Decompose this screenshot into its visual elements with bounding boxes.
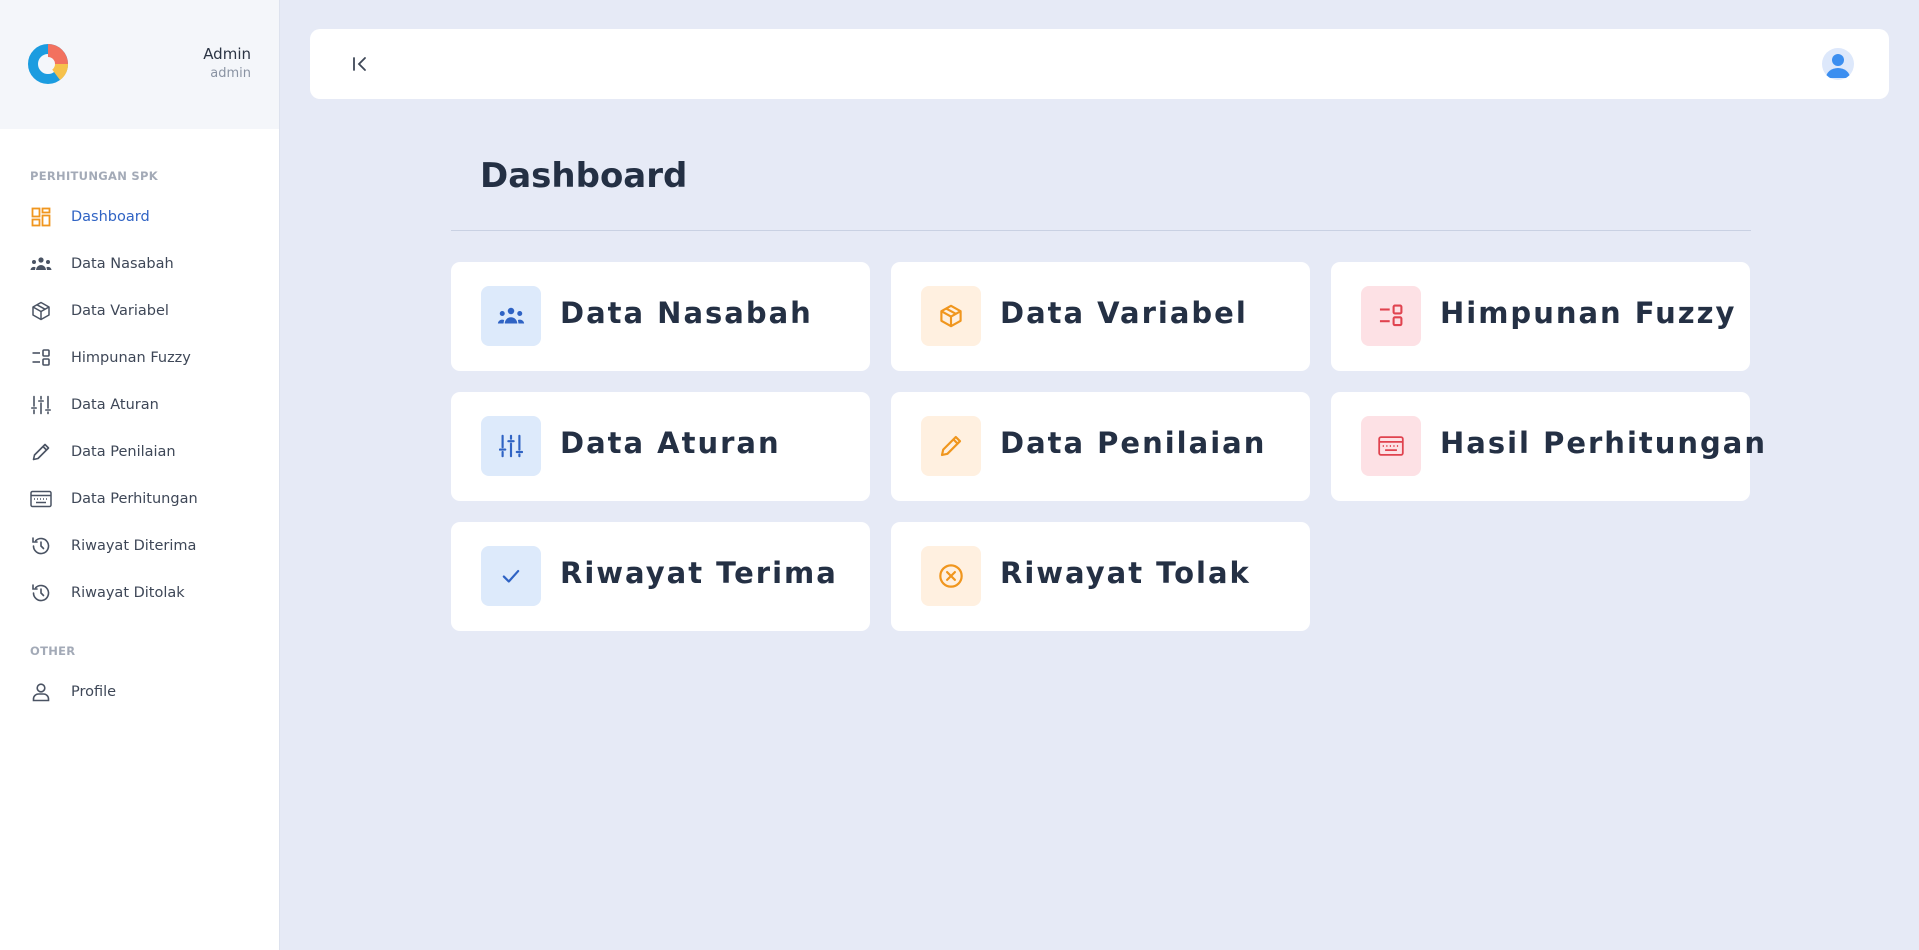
list-settings-icon: [1361, 286, 1421, 346]
pencil-icon: [921, 416, 981, 476]
sidebar-item-label: Himpunan Fuzzy: [71, 350, 191, 366]
card-label: Himpunan Fuzzy: [1440, 296, 1737, 330]
users-icon: [481, 286, 541, 346]
avatar-icon: [1826, 54, 1850, 78]
card-label: Riwayat Terima: [560, 556, 838, 590]
sidebar-item-label: Riwayat Diterima: [71, 538, 197, 554]
users-icon: [30, 253, 52, 275]
history-icon: [30, 535, 52, 557]
card-label: Riwayat Tolak: [1000, 556, 1251, 590]
card-riwayat-tolak[interactable]: Riwayat Tolak: [891, 522, 1310, 631]
title-divider: [451, 230, 1751, 231]
sidebar-item-himpunan-fuzzy[interactable]: Himpunan Fuzzy: [0, 338, 279, 378]
user-avatar[interactable]: [1822, 48, 1854, 80]
sidebar-item-label: Data Perhitungan: [71, 491, 198, 507]
card-himpunan-fuzzy[interactable]: Himpunan Fuzzy: [1331, 262, 1750, 371]
section-title-other: OTHER: [30, 644, 76, 658]
sidebar-item-profile[interactable]: Profile: [0, 672, 279, 712]
sidebar-item-data-variabel[interactable]: Data Variabel: [0, 291, 279, 331]
card-label: Data Aturan: [560, 426, 781, 460]
card-label: Data Penilaian: [1000, 426, 1267, 460]
cube-icon: [921, 286, 981, 346]
sidebar-item-label: Data Aturan: [71, 397, 159, 413]
app-logo-icon[interactable]: [27, 43, 69, 85]
sidebar-item-riwayat-ditolak[interactable]: Riwayat Ditolak: [0, 573, 279, 613]
sidebar-item-label: Data Penilaian: [71, 444, 176, 460]
sidebar-item-dashboard[interactable]: Dashboard: [0, 197, 279, 237]
dashboard-icon: [30, 206, 52, 228]
collapse-sidebar-button[interactable]: [348, 52, 372, 76]
keyboard-icon: [1361, 416, 1421, 476]
list-settings-icon: [30, 347, 52, 369]
sidebar-brand: Admin admin: [0, 0, 279, 129]
sidebar-item-data-nasabah[interactable]: Data Nasabah: [0, 244, 279, 284]
circle-x-icon: [921, 546, 981, 606]
page-title: Dashboard: [480, 156, 688, 196]
adjustments-icon: [30, 394, 52, 416]
check-icon: [481, 546, 541, 606]
sidebar-item-label: Data Variabel: [71, 303, 169, 319]
user-icon: [30, 681, 52, 703]
card-label: Data Variabel: [1000, 296, 1248, 330]
collapse-left-icon: [353, 57, 366, 71]
sidebar-item-data-perhitungan[interactable]: Data Perhitungan: [0, 479, 279, 519]
sidebar-item-data-aturan[interactable]: Data Aturan: [0, 385, 279, 425]
cube-icon: [30, 300, 52, 322]
topbar: [310, 29, 1889, 99]
keyboard-icon: [30, 488, 52, 510]
card-data-variabel[interactable]: Data Variabel: [891, 262, 1310, 371]
sidebar-item-data-penilaian[interactable]: Data Penilaian: [0, 432, 279, 472]
pencil-icon: [30, 441, 52, 463]
card-label: Data Nasabah: [560, 296, 813, 330]
sidebar-item-label: Riwayat Ditolak: [71, 585, 185, 601]
section-title-perhitungan: PERHITUNGAN SPK: [30, 169, 158, 183]
user-name: Admin: [203, 45, 251, 63]
card-data-penilaian[interactable]: Data Penilaian: [891, 392, 1310, 501]
sidebar-item-riwayat-diterima[interactable]: Riwayat Diterima: [0, 526, 279, 566]
history-icon: [30, 582, 52, 604]
card-label: Hasil Perhitungan: [1440, 426, 1768, 460]
card-data-aturan[interactable]: Data Aturan: [451, 392, 870, 501]
user-role: admin: [210, 66, 251, 81]
sidebar-item-label: Profile: [71, 684, 117, 700]
card-data-nasabah[interactable]: Data Nasabah: [451, 262, 870, 371]
sidebar: Admin admin PERHITUNGAN SPK Dashboard Da…: [0, 0, 280, 950]
sidebar-item-label: Data Nasabah: [71, 256, 174, 272]
sidebar-item-label: Dashboard: [71, 209, 150, 225]
adjustments-icon: [481, 416, 541, 476]
card-hasil-perhitungan[interactable]: Hasil Perhitungan: [1331, 392, 1765, 501]
card-riwayat-terima[interactable]: Riwayat Terima: [451, 522, 870, 631]
